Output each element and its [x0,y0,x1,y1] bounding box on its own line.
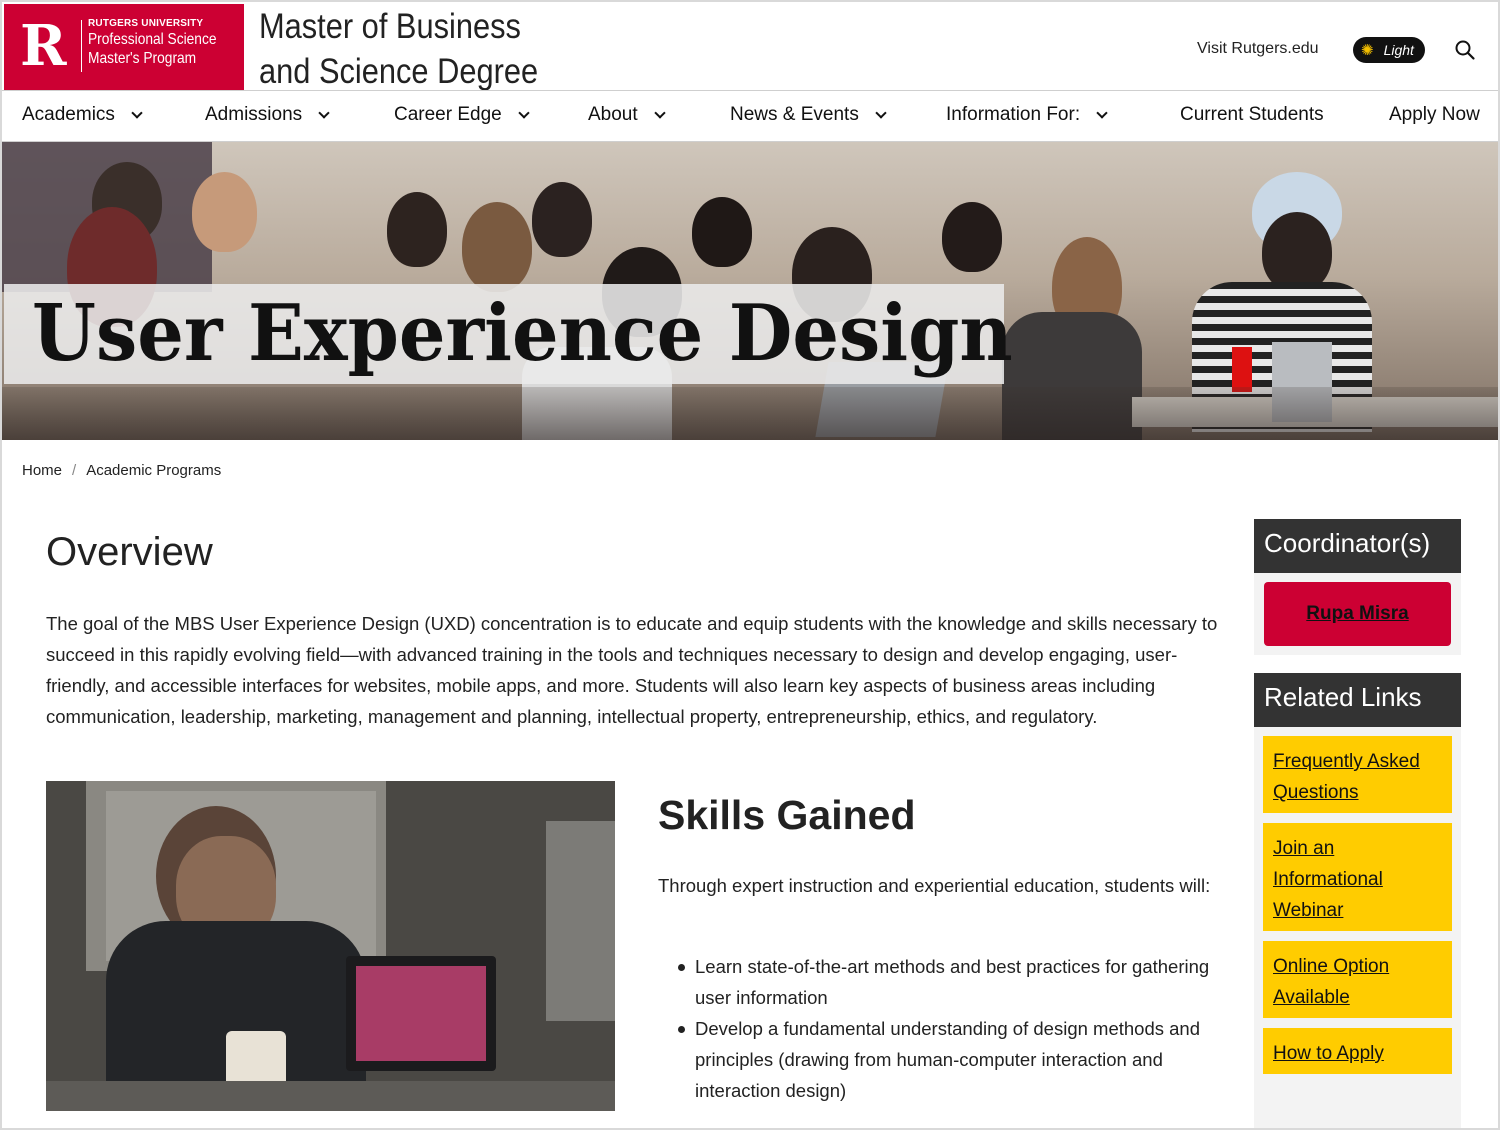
site-header: R RUTGERS UNIVERSITY Professional Scienc… [2,2,1498,91]
page-frame: R RUTGERS UNIVERSITY Professional Scienc… [0,0,1500,1130]
nav-item-label: Academics [22,104,115,125]
coordinator-link[interactable]: Rupa Misra [1264,582,1451,646]
nav-item-label: Admissions [205,104,303,125]
skills-heading: Skills Gained [658,792,916,838]
nav-item-label: Information For: [946,104,1081,125]
nav-item-label: News & Events [730,104,859,125]
search-button[interactable] [1454,39,1476,61]
logo-divider [81,20,82,72]
search-icon [1455,40,1475,60]
nav-item-label: Apply Now [1389,104,1480,125]
logo-letter: R [20,13,67,79]
site-title-line1: Master of Business [259,7,521,46]
list-item: Develop a fundamental understanding of d… [678,1013,1238,1106]
site-title[interactable]: Master of Business and Science Degree [259,4,538,94]
nav-item-admissions[interactable]: Admissions [205,104,330,126]
sidebar: Coordinator(s) Rupa Misra Related Links … [1254,519,1461,1128]
hero-banner: User Experience Design [2,142,1498,440]
logo-program-line1: Professional Science [88,31,217,48]
student-photo [46,781,615,1111]
skills-intro: Through expert instruction and experient… [658,875,1211,896]
list-item: Learn state-of-the-art methods and best … [678,951,1238,1013]
page-title: User Experience Design [32,288,1013,379]
coordinator-box: Rupa Misra [1254,573,1461,655]
nav-item-label: Career Edge [394,104,502,125]
breadcrumb-academic-programs[interactable]: Academic Programs [86,462,221,479]
nav-item-apply-now[interactable]: Apply Now [1389,104,1480,126]
chevron-down-icon [318,106,330,119]
visit-rutgers-link[interactable]: Visit Rutgers.edu [1197,40,1319,58]
overview-heading: Overview [46,530,213,574]
overview-text: The goal of the MBS User Experience Desi… [46,613,1218,727]
logo-program-line2: Master's Program [88,50,197,67]
breadcrumb: Home / Academic Programs [22,462,221,479]
nav-item-academics[interactable]: Academics [22,104,143,126]
related-links-box: Frequently Asked Questions Join an Infor… [1254,727,1461,1128]
nav-item-current-students[interactable]: Current Students [1180,104,1324,126]
nav-item-about[interactable]: About [588,104,666,126]
chevron-down-icon [1096,106,1108,119]
skills-list: Learn state-of-the-art methods and best … [678,951,1238,1106]
breadcrumb-home[interactable]: Home [22,462,62,479]
rutgers-logo[interactable]: R RUTGERS UNIVERSITY Professional Scienc… [4,4,244,90]
related-link-webinar[interactable]: Join an Informational Webinar [1263,823,1452,931]
nav-item-information-for[interactable]: Information For: [946,104,1108,126]
breadcrumb-separator: / [72,462,77,479]
nav-item-news-events[interactable]: News & Events [730,104,887,126]
chevron-down-icon [131,106,143,119]
nav-item-label: Current Students [1180,104,1324,125]
logo-university: RUTGERS UNIVERSITY [88,18,204,29]
theme-toggle-label: Light [1383,42,1414,58]
related-link-online-option[interactable]: Online Option Available [1263,941,1452,1018]
chevron-down-icon [875,106,887,119]
site-title-line2: and Science Degree [259,52,539,91]
logo-text: RUTGERS UNIVERSITY Professional Science … [88,18,238,68]
sun-icon: ✺ [1361,42,1374,59]
nav-item-label: About [588,104,638,125]
related-links-heading: Related Links [1254,673,1461,727]
chevron-down-icon [518,106,530,119]
theme-toggle-button[interactable]: ✺ Light [1353,37,1425,63]
main-nav: Academics Admissions Career Edge About N… [2,90,1498,142]
nav-item-career-edge[interactable]: Career Edge [394,104,530,126]
coordinator-heading: Coordinator(s) [1254,519,1461,573]
chevron-down-icon [653,106,666,119]
related-link-how-to-apply[interactable]: How to Apply [1263,1028,1452,1074]
related-link-faq[interactable]: Frequently Asked Questions [1263,736,1452,813]
